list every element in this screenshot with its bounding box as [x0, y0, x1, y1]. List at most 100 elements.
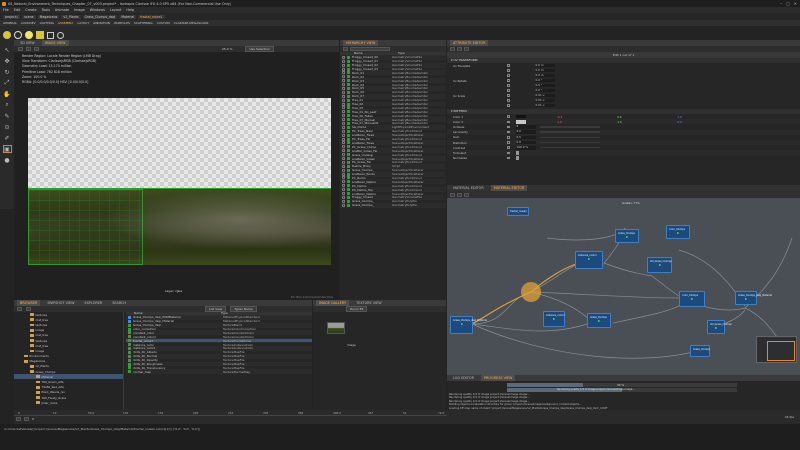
- keyframe-icon[interactable]: [507, 64, 510, 67]
- move-icon[interactable]: ✥: [3, 57, 12, 65]
- eye-icon[interactable]: [342, 98, 345, 102]
- menu-item-layout[interactable]: Layout: [110, 8, 122, 12]
- attribute-field[interactable]: 100.0 %: [515, 145, 536, 150]
- region-button[interactable]: [34, 47, 39, 51]
- eye-icon[interactable]: [342, 153, 345, 157]
- workspace-tab[interactable]: LAYOUT: [78, 21, 90, 25]
- hierarchy-row[interactable]: Grass_Clumps_ GeometryPolyfile: [340, 203, 446, 208]
- eye-icon[interactable]: [342, 63, 345, 67]
- color-field[interactable]: 1.0: [590, 120, 650, 124]
- frame-readout[interactable]: 0: [32, 417, 34, 421]
- gallery-thumbnail[interactable]: [327, 322, 345, 334]
- eye-icon[interactable]: [342, 102, 345, 106]
- workspace-tab[interactable]: CLARISSE-MEGASCANS: [174, 21, 209, 25]
- workspace-tab[interactable]: CUSTOM: [157, 21, 170, 25]
- sphere-tool-icon[interactable]: [57, 31, 64, 39]
- color-field[interactable]: 0.0: [590, 115, 650, 119]
- attribute-field[interactable]: 0.5: [515, 135, 536, 140]
- eye-icon[interactable]: [342, 160, 345, 164]
- checkbox[interactable]: [515, 156, 519, 160]
- eye-icon[interactable]: [342, 94, 345, 98]
- eye-icon[interactable]: [342, 141, 345, 145]
- tab-3d-view[interactable]: 3D VIEW: [17, 40, 38, 46]
- keyframe-icon[interactable]: [507, 115, 510, 118]
- rotate-icon[interactable]: ↻: [3, 68, 12, 76]
- eye-icon[interactable]: [342, 118, 345, 122]
- eye-icon[interactable]: [342, 137, 345, 141]
- rendered-image[interactable]: [28, 98, 331, 265]
- keyframe-icon[interactable]: [507, 99, 510, 102]
- attribute-field[interactable]: 0.0 m: [534, 73, 555, 78]
- tab-image-view[interactable]: IMAGE VIEW: [41, 40, 69, 46]
- breadcrumb-item[interactable]: scene: [22, 14, 36, 19]
- light-tool-icon[interactable]: [25, 31, 33, 39]
- eye-icon[interactable]: [342, 199, 345, 203]
- eye-icon[interactable]: [342, 172, 345, 176]
- select-icon[interactable]: ↖: [3, 46, 12, 54]
- graph-node[interactable]: Grass_Clumps: [587, 313, 611, 328]
- eye-icon[interactable]: [342, 71, 345, 75]
- workspace-tab[interactable]: GENERAL: [3, 21, 17, 25]
- tab-material-editor-1[interactable]: MATERIAL EDITOR: [450, 185, 487, 191]
- graph-node[interactable]: instance_color1: [543, 311, 565, 327]
- tab-image-gallery[interactable]: IMAGE GALLERY: [316, 300, 350, 306]
- attribute-editor-title[interactable]: ATTRIBUTE EDITOR: [450, 40, 489, 46]
- workspace-tab[interactable]: SCATTERING: [134, 21, 153, 25]
- workspace-tab[interactable]: PARTICLES: [114, 21, 130, 25]
- attribute-field[interactable]: 0.0 °: [534, 88, 555, 93]
- color-field[interactable]: 0.0: [650, 120, 710, 124]
- color-swatch[interactable]: [515, 119, 526, 124]
- checkbox[interactable]: [515, 151, 519, 155]
- eye-icon[interactable]: [342, 195, 345, 199]
- minimap-viewport[interactable]: [767, 341, 795, 361]
- graph-minimap[interactable]: [756, 336, 797, 363]
- attribute-field[interactable]: 0.0 m: [534, 63, 555, 68]
- attr-forward-button[interactable]: [464, 47, 469, 51]
- graph-node[interactable]: Grass_Clumps: [615, 229, 639, 243]
- keyframe-icon[interactable]: [507, 146, 510, 149]
- graph-node[interactable]: color_Clumps: [679, 291, 705, 307]
- graph-node[interactable]: Grass_Clumps_dsqi_Material: [735, 291, 772, 305]
- eye-icon[interactable]: [342, 67, 345, 71]
- slider-track[interactable]: [539, 136, 600, 139]
- browser-back-button[interactable]: [17, 307, 22, 311]
- eye-icon[interactable]: [342, 145, 345, 149]
- hierarchy-search[interactable]: [350, 47, 390, 51]
- stop-button[interactable]: [26, 47, 31, 51]
- attribute-field[interactable]: 0.01 u: [534, 103, 555, 108]
- graph-node[interactable]: AO_Grass_Clumps: [707, 320, 732, 334]
- node-layout-button[interactable]: [457, 192, 462, 197]
- square-tool-icon[interactable]: [36, 31, 44, 39]
- attribute-field[interactable]: 0.0 m: [534, 68, 555, 73]
- workspace-tab[interactable]: LOOKDEV: [21, 21, 36, 25]
- breadcrumb-item[interactable]: project:/: [3, 14, 21, 19]
- menu-item-image[interactable]: Image: [74, 8, 85, 12]
- workspace-tab[interactable]: ASSEMBLY: [58, 21, 74, 25]
- attribute-field[interactable]: 8: [515, 125, 536, 129]
- select-tool-icon[interactable]: [3, 31, 11, 39]
- eye-icon[interactable]: [342, 180, 345, 184]
- keyframe-icon[interactable]: [507, 79, 510, 82]
- maximize-icon[interactable]: □: [786, 1, 790, 6]
- eye-icon[interactable]: [342, 125, 345, 129]
- node-add-button[interactable]: [450, 192, 455, 197]
- keyframe-icon[interactable]: [507, 89, 510, 92]
- zoom-icon[interactable]: ⌕: [3, 101, 12, 109]
- graph-node[interactable]: instance_color1: [575, 251, 603, 269]
- keyframe-icon[interactable]: [507, 104, 510, 107]
- gallery-zoom[interactable]: Zoom 83: [346, 306, 368, 312]
- shape-icon[interactable]: ●: [3, 156, 12, 164]
- workspace-tab[interactable]: LIGHTING: [40, 21, 54, 25]
- hierarchy-title[interactable]: HIERARCHY VIEW: [343, 40, 379, 46]
- eye-icon[interactable]: [342, 106, 345, 110]
- graph-node[interactable]: AO_Grass_Clumps: [647, 257, 672, 273]
- cube-tool-icon[interactable]: [47, 31, 54, 39]
- tab-browser[interactable]: BROWSER: [17, 300, 41, 306]
- eye-icon[interactable]: [342, 59, 345, 63]
- keyframe-icon[interactable]: [507, 136, 510, 139]
- slider-track[interactable]: [539, 131, 600, 133]
- eye-icon[interactable]: [342, 114, 345, 118]
- breadcrumb-item[interactable]: Grass_Clumps_dsqi: [82, 14, 118, 19]
- region-icon[interactable]: ▣: [2, 145, 12, 153]
- eyedropper-icon[interactable]: ⊙: [3, 123, 12, 131]
